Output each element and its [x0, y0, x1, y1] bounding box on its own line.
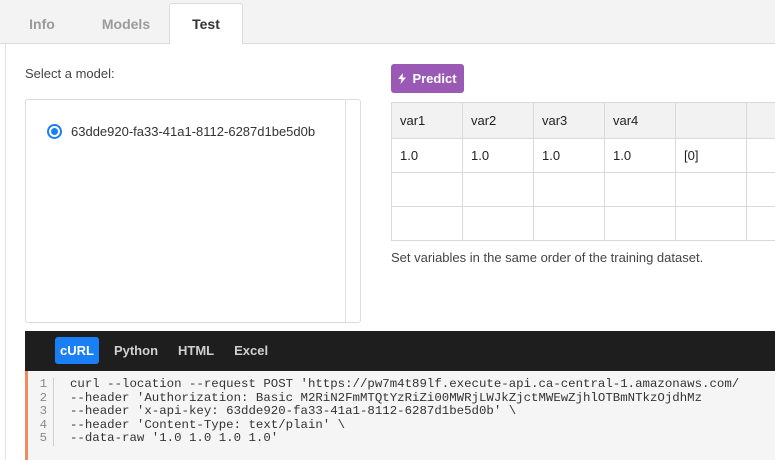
model-id-label: 63dde920-fa33-41a1-8112-6287d1be5d0b — [71, 124, 316, 139]
grid-cell[interactable]: 1.0 — [533, 138, 605, 173]
grid-output-cell: [0] — [675, 138, 747, 173]
input-grid: var1 var2 var3 var4 1.0 1.0 1.0 1.0 [0] — [391, 102, 775, 241]
tab-test[interactable]: Test — [169, 3, 243, 45]
grid-output-cell — [675, 206, 747, 241]
grid-cell[interactable] — [746, 172, 775, 207]
line-number: 2 — [28, 391, 54, 405]
code-snippet-panel: cURL Python HTML Excel 1 curl --location … — [25, 331, 775, 460]
grid-header-row: var1 var2 var3 var4 — [391, 102, 775, 139]
predict-button[interactable]: Predict — [391, 64, 464, 93]
radio-selected-icon[interactable] — [47, 124, 62, 139]
code-language-tabs: cURL Python HTML Excel — [55, 337, 283, 364]
grid-cell[interactable] — [462, 206, 534, 241]
lightning-icon — [398, 73, 407, 84]
code-editor[interactable]: 1 curl --location --request POST 'https:/… — [25, 371, 775, 460]
grid-cell[interactable] — [391, 206, 463, 241]
code-line: 1 curl --location --request POST 'https:/… — [28, 377, 740, 392]
code-line: 5 --data-raw '1.0 1.0 1.0 1.0' — [28, 431, 739, 446]
line-number: 3 — [28, 404, 54, 419]
code-text: --header 'Content-Type: text/plain' \ — [70, 417, 346, 432]
grid-output-cell — [675, 172, 747, 207]
select-model-label: Select a model: — [25, 66, 115, 81]
grid-cell[interactable] — [533, 172, 605, 207]
code-line: 4 --header 'Content-Type: text/plain' \ — [28, 417, 739, 432]
grid-cell[interactable] — [391, 172, 463, 207]
model-option[interactable]: 63dde920-fa33-41a1-8112-6287d1be5d0b — [47, 124, 315, 139]
line-number: 5 — [28, 431, 54, 446]
line-number: 4 — [28, 418, 54, 432]
tab-python[interactable]: Python — [109, 337, 163, 364]
tab-html[interactable]: HTML — [173, 337, 219, 364]
grid-cell[interactable] — [746, 138, 775, 173]
grid-header — [675, 102, 747, 139]
grid-cell[interactable]: 1.0 — [391, 138, 463, 173]
grid-cell[interactable] — [462, 172, 534, 207]
grid-cell[interactable]: 1.0 — [604, 138, 676, 173]
code-line: 3 --header 'x-api-key: 63dde920-fa33-41a1… — [28, 404, 739, 419]
code-text: --header 'x-api-key: 63dde920-fa33-41a1-… — [70, 404, 517, 418]
tab-bar: Info Models Test — [0, 0, 775, 45]
grid-header: var2 — [462, 102, 534, 139]
tab-excel[interactable]: Excel — [229, 337, 273, 364]
tab-info[interactable]: Info — [0, 4, 84, 44]
line-number: 1 — [28, 377, 54, 392]
grid-cell[interactable] — [604, 206, 676, 241]
code-lines: 1 curl --location --request POST 'https:/… — [28, 377, 740, 446]
grid-header: var3 — [533, 102, 605, 139]
grid-cell[interactable] — [746, 206, 775, 241]
order-hint: Set variables in the same order of the t… — [391, 250, 704, 265]
grid-row — [391, 172, 775, 207]
predict-label: Predict — [412, 71, 457, 86]
model-list: 63dde920-fa33-41a1-8112-6287d1be5d0b — [25, 99, 361, 323]
scrollbar-track[interactable] — [345, 100, 346, 322]
grid-cell[interactable] — [604, 172, 676, 207]
grid-cell[interactable]: 1.0 — [462, 138, 534, 173]
code-text: --header 'Authorization: Basic M2RiN2FmM… — [70, 390, 703, 405]
code-text: --data-raw '1.0 1.0 1.0 1.0' — [70, 431, 279, 445]
tab-curl[interactable]: cURL — [55, 337, 99, 364]
tab-models[interactable]: Models — [84, 4, 168, 44]
grid-header: var1 — [391, 102, 463, 139]
grid-header: var4 — [604, 102, 676, 139]
grid-row — [391, 206, 775, 241]
code-line: 2 --header 'Authorization: Basic M2RiN2Fm… — [28, 390, 739, 405]
grid-header — [746, 102, 775, 139]
code-text: curl --location --request POST 'https://… — [70, 377, 740, 391]
grid-cell[interactable] — [533, 206, 605, 241]
grid-row: 1.0 1.0 1.0 1.0 [0] — [391, 138, 775, 173]
